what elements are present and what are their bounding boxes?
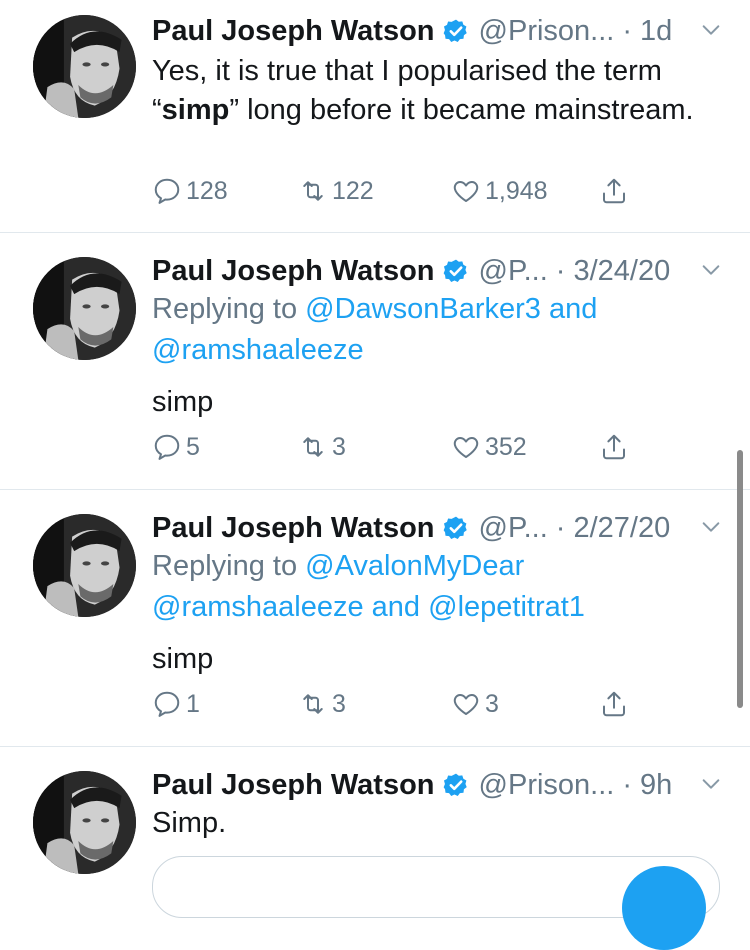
chevron-down-icon[interactable] — [700, 773, 722, 795]
reply-button[interactable]: 5 — [152, 432, 200, 462]
chevron-down-icon[interactable] — [700, 19, 722, 41]
avatar[interactable] — [33, 771, 136, 874]
like-button[interactable]: 3 — [451, 689, 499, 719]
verified-badge-icon — [443, 19, 467, 42]
retweet-icon — [303, 181, 323, 201]
reply-count: 128 — [186, 176, 228, 205]
mention-link[interactable]: @lepetitrat1 — [428, 591, 585, 623]
replying-prefix: Replying to — [152, 550, 298, 582]
retweet-button[interactable]: 122 — [298, 176, 374, 206]
reply-count: 5 — [186, 432, 200, 461]
author-handle[interactable]: @P... — [479, 512, 548, 545]
share-button[interactable] — [599, 689, 633, 719]
mention-link[interactable]: @ramshaaleeze — [152, 334, 364, 366]
avatar[interactable] — [33, 514, 136, 617]
share-icon — [603, 434, 625, 460]
author-handle[interactable]: @P... — [479, 255, 548, 288]
like-button[interactable]: 1,948 — [451, 176, 548, 206]
reply-icon — [154, 691, 180, 717]
retweet-count: 3 — [332, 689, 346, 718]
mention-link[interactable]: @AvalonMyDear — [305, 550, 524, 582]
replying-to: Replying to @DawsonBarker3 and @ramshaal… — [152, 289, 710, 371]
share-icon — [603, 178, 625, 204]
reply-icon — [154, 178, 180, 204]
heart-icon — [453, 181, 479, 202]
tweet-actions: 5 3 352 — [152, 432, 642, 472]
avatar-photo — [33, 257, 136, 360]
retweet-icon — [303, 694, 323, 714]
tweet-header: Paul Joseph Watson @Prison... · 9h — [152, 765, 722, 805]
tweet-text-bold: simp — [161, 94, 230, 126]
scrollbar[interactable] — [737, 450, 743, 708]
like-count: 3 — [485, 689, 499, 718]
reply-button[interactable]: 1 — [152, 689, 200, 719]
heart-icon — [453, 694, 479, 715]
like-count: 1,948 — [485, 176, 548, 205]
retweet-icon — [303, 437, 323, 457]
mention-joiner[interactable]: and — [372, 591, 420, 623]
tweet-header: Paul Joseph Watson @P... · 2/27/20 — [152, 508, 722, 548]
avatar[interactable] — [33, 257, 136, 360]
mention-link[interactable]: @DawsonBarker3 — [305, 293, 541, 325]
avatar[interactable] — [33, 15, 136, 118]
compose-button[interactable] — [622, 866, 706, 950]
reply-count: 1 — [186, 689, 200, 718]
like-button[interactable]: 352 — [451, 432, 527, 462]
retweet-count: 3 — [332, 432, 346, 461]
replying-prefix: Replying to — [152, 293, 298, 325]
timestamp[interactable]: · 3/24/20 — [556, 255, 670, 288]
tweet-text: simp — [152, 643, 214, 675]
tweet[interactable]: Paul Joseph Watson @P... · 2/27/20 Reply… — [0, 490, 750, 746]
tweet-header: Paul Joseph Watson @Prison... · 1d — [152, 11, 722, 51]
like-count: 352 — [485, 432, 527, 461]
reply-icon — [154, 434, 180, 460]
tweet[interactable]: Paul Joseph Watson @Prison... · 1d Yes, … — [0, 0, 750, 232]
retweet-button[interactable]: 3 — [298, 432, 346, 462]
avatar-photo — [33, 514, 136, 617]
author-name[interactable]: Paul Joseph Watson — [152, 15, 435, 48]
tweet-actions: 128 122 1,948 — [152, 176, 642, 216]
tweet-text: Simp. — [152, 807, 227, 839]
author-name[interactable]: Paul Joseph Watson — [152, 255, 435, 288]
verified-badge-icon — [443, 773, 467, 796]
retweet-count: 122 — [332, 176, 374, 205]
verified-badge-icon — [443, 516, 467, 539]
tweet-actions: 1 3 3 — [152, 689, 642, 729]
replying-to: Replying to @AvalonMyDear @ramshaaleeze … — [152, 546, 710, 628]
timestamp[interactable]: · 1d — [622, 15, 672, 48]
mention-link[interactable]: @ramshaaleeze — [152, 591, 364, 623]
avatar-photo — [33, 15, 136, 118]
avatar-photo — [33, 771, 136, 874]
author-handle[interactable]: @Prison... — [479, 15, 615, 48]
timestamp[interactable]: · 2/27/20 — [556, 512, 670, 545]
tweet[interactable]: Paul Joseph Watson @P... · 3/24/20 Reply… — [0, 233, 750, 489]
author-name[interactable]: Paul Joseph Watson — [152, 512, 435, 545]
chevron-down-icon[interactable] — [700, 259, 722, 281]
tweet-header: Paul Joseph Watson @P... · 3/24/20 — [152, 251, 722, 291]
mention-joiner[interactable]: and — [549, 293, 597, 325]
tweet-text: simp — [152, 386, 214, 418]
chevron-down-icon[interactable] — [700, 516, 722, 538]
author-handle[interactable]: @Prison... — [479, 769, 615, 802]
reply-button[interactable]: 128 — [152, 176, 228, 206]
share-icon — [603, 691, 625, 717]
tweet-text-part: ” long before it became mainstream. — [229, 94, 694, 126]
author-name[interactable]: Paul Joseph Watson — [152, 769, 435, 802]
heart-icon — [453, 437, 479, 458]
tweet-text: Yes, it is true that I popularised the t… — [152, 52, 710, 130]
timestamp[interactable]: · 9h — [622, 769, 672, 802]
share-button[interactable] — [599, 432, 633, 462]
share-button[interactable] — [599, 176, 633, 206]
retweet-button[interactable]: 3 — [298, 689, 346, 719]
verified-badge-icon — [443, 259, 467, 282]
